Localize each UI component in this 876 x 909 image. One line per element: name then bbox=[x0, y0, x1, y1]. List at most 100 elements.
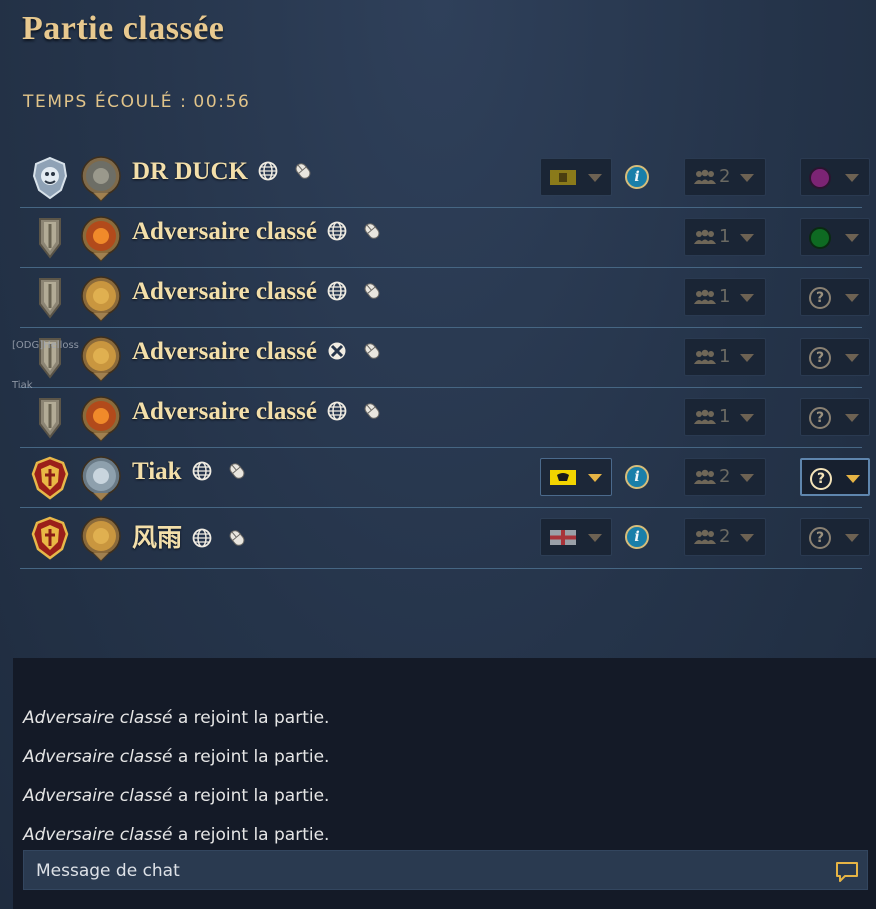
player-color-swatch bbox=[809, 167, 831, 189]
grey-shield-crest-icon bbox=[31, 216, 69, 260]
silver-medal-icon bbox=[79, 455, 123, 503]
player-row: Adversaire classé 1 bbox=[20, 208, 870, 268]
mouse-icon bbox=[361, 341, 383, 361]
chevron-down-icon bbox=[588, 174, 602, 182]
fire-medal-icon bbox=[79, 395, 123, 443]
team-icon bbox=[693, 229, 717, 251]
team-dropdown[interactable]: 1 bbox=[684, 398, 766, 436]
team-dropdown[interactable]: 2 bbox=[684, 458, 766, 496]
player-row: Adversaire classé 1? bbox=[20, 328, 870, 388]
team-dropdown[interactable]: 1 bbox=[684, 218, 766, 256]
elapsed-label: TEMPS ÉCOULÉ : bbox=[23, 92, 188, 112]
red-gold-crest-icon bbox=[31, 516, 69, 560]
civilization-dropdown[interactable] bbox=[540, 458, 612, 496]
player-name-block[interactable]: Adversaire classé bbox=[132, 218, 383, 246]
chat-input-box[interactable] bbox=[23, 850, 868, 891]
team-dropdown[interactable]: 1 bbox=[684, 338, 766, 376]
team-number: 2 bbox=[719, 526, 731, 547]
mouse-icon bbox=[292, 161, 314, 181]
color-dropdown[interactable]: ? bbox=[800, 518, 870, 556]
player-name[interactable]: Adversaire classé bbox=[132, 398, 317, 425]
player-name-block[interactable]: Adversaire classé bbox=[132, 278, 383, 306]
player-color-swatch bbox=[809, 227, 831, 249]
globe-icon bbox=[327, 221, 347, 241]
chat-bubble-icon[interactable] bbox=[835, 861, 859, 887]
grey-shield-crest-icon bbox=[31, 396, 69, 440]
chat-sender: Adversaire classé bbox=[23, 747, 173, 767]
info-icon[interactable]: i bbox=[625, 165, 649, 189]
chevron-down-icon bbox=[740, 414, 754, 422]
team-icon bbox=[693, 469, 717, 491]
globe-icon bbox=[327, 401, 347, 421]
team-icon bbox=[693, 409, 717, 431]
chat-message: Adversaire classé a rejoint la partie. bbox=[23, 708, 329, 747]
civilization-dropdown[interactable] bbox=[540, 158, 612, 196]
player-name[interactable]: Tiak bbox=[132, 458, 182, 485]
team-dropdown[interactable]: 2 bbox=[684, 158, 766, 196]
elapsed-value: 00:56 bbox=[193, 92, 251, 112]
elapsed-time: TEMPS ÉCOULÉ :00:56 bbox=[23, 92, 250, 112]
team-number: 2 bbox=[719, 166, 731, 187]
info-icon[interactable]: i bbox=[625, 465, 649, 489]
team-dropdown[interactable]: 1 bbox=[684, 278, 766, 316]
player-name[interactable]: Adversaire classé bbox=[132, 338, 317, 365]
chevron-down-icon bbox=[846, 475, 860, 483]
player-name-block[interactable]: 风雨 bbox=[132, 518, 248, 554]
team-number: 2 bbox=[719, 466, 731, 487]
color-dropdown[interactable] bbox=[800, 218, 870, 256]
player-name-block[interactable]: Adversaire classé bbox=[132, 398, 383, 426]
player-name[interactable]: Adversaire classé bbox=[132, 218, 317, 245]
chat-text: a rejoint la partie. bbox=[177, 708, 330, 728]
chevron-down-icon bbox=[845, 534, 859, 542]
player-row: Adversaire classé 1? bbox=[20, 268, 870, 328]
chat-text: a rejoint la partie. bbox=[177, 825, 330, 845]
overlay-tag: [ODG]Helloss bbox=[12, 340, 79, 351]
color-dropdown[interactable]: ? bbox=[800, 458, 870, 496]
red-gold-crest-icon bbox=[31, 456, 69, 500]
mouse-icon bbox=[226, 528, 248, 548]
chevron-down-icon bbox=[588, 474, 602, 482]
team-icon bbox=[693, 169, 717, 191]
unknown-color-icon: ? bbox=[810, 468, 832, 490]
player-list: DR DUCK i 2 Adversaire classé 1 Adversaire cl… bbox=[20, 148, 870, 569]
player-name-block[interactable]: Tiak bbox=[132, 458, 248, 486]
chevron-down-icon bbox=[845, 414, 859, 422]
chevron-down-icon bbox=[845, 294, 859, 302]
team-icon bbox=[693, 529, 717, 551]
grey-shield-crest-icon bbox=[31, 276, 69, 320]
mouse-icon bbox=[361, 221, 383, 241]
player-name[interactable]: 风雨 bbox=[132, 525, 182, 552]
chat-sender: Adversaire classé bbox=[23, 825, 173, 845]
color-dropdown[interactable] bbox=[800, 158, 870, 196]
fire-medal-icon bbox=[79, 215, 123, 263]
unknown-color-icon: ? bbox=[809, 287, 831, 309]
chat-message: Adversaire classé a rejoint la partie. bbox=[23, 786, 329, 825]
team-number: 1 bbox=[719, 346, 731, 367]
chevron-down-icon bbox=[740, 354, 754, 362]
overlay-tag: Tiak bbox=[12, 380, 33, 391]
team-dropdown[interactable]: 2 bbox=[684, 518, 766, 556]
color-dropdown[interactable]: ? bbox=[800, 338, 870, 376]
silver-crest-icon bbox=[31, 156, 69, 200]
player-name[interactable]: DR DUCK bbox=[132, 158, 248, 185]
chevron-down-icon bbox=[845, 354, 859, 362]
team-icon bbox=[693, 349, 717, 371]
color-dropdown[interactable]: ? bbox=[800, 398, 870, 436]
player-name-block[interactable]: DR DUCK bbox=[132, 158, 314, 186]
chevron-down-icon bbox=[740, 534, 754, 542]
chevron-down-icon bbox=[845, 234, 859, 242]
chat-text: a rejoint la partie. bbox=[177, 747, 330, 767]
player-name-block[interactable]: Adversaire classé bbox=[132, 338, 383, 366]
globe-icon bbox=[192, 528, 212, 548]
page-title: Partie classée bbox=[22, 10, 225, 47]
globe-icon bbox=[327, 281, 347, 301]
chat-input[interactable] bbox=[24, 851, 828, 891]
chevron-down-icon bbox=[740, 474, 754, 482]
civilization-dropdown[interactable] bbox=[540, 518, 612, 556]
player-name[interactable]: Adversaire classé bbox=[132, 278, 317, 305]
info-icon[interactable]: i bbox=[625, 525, 649, 549]
player-row: DR DUCK i 2 bbox=[20, 148, 870, 208]
team-number: 1 bbox=[719, 406, 731, 427]
color-dropdown[interactable]: ? bbox=[800, 278, 870, 316]
mouse-icon bbox=[361, 401, 383, 421]
